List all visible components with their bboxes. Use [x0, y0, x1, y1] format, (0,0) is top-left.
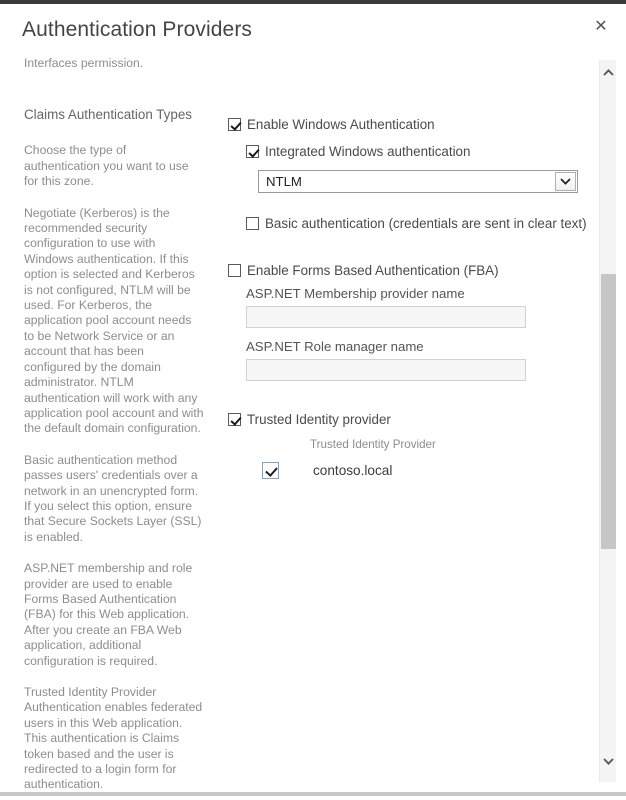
section-heading: Claims Authentication Types — [24, 107, 192, 123]
trusted-identity-provider-label: Trusted Identity provider — [247, 412, 391, 427]
trusted-identity-provider-checkbox[interactable] — [228, 413, 241, 426]
help-paragraph-1: Choose the type of authentication you wa… — [24, 143, 189, 189]
trusted-provider-item-label: contoso.local — [313, 463, 393, 478]
integrated-windows-authentication-checkbox[interactable] — [246, 145, 259, 158]
role-manager-label: ASP.NET Role manager name — [246, 339, 424, 354]
membership-provider-label: ASP.NET Membership provider name — [246, 286, 465, 301]
chevron-down-icon[interactable] — [600, 753, 617, 770]
help-paragraph-5: Trusted Identity Provider Authentication… — [24, 685, 203, 792]
chevron-down-icon[interactable] — [555, 172, 576, 191]
integrated-windows-authentication-row[interactable]: Integrated Windows authentication — [246, 143, 578, 160]
integrated-windows-authentication-label: Integrated Windows authentication — [265, 144, 471, 159]
help-paragraph-4: ASP.NET membership and role provider are… — [24, 561, 193, 668]
trusted-identity-provider-row[interactable]: Trusted Identity provider — [228, 411, 578, 428]
enable-windows-authentication-checkbox[interactable] — [228, 118, 241, 131]
help-paragraph-2: Negotiate (Kerberos) is the recommended … — [24, 205, 204, 436]
membership-provider-group: ASP.NET Membership provider name — [246, 285, 578, 328]
trusted-provider-item-checkbox[interactable] — [262, 462, 279, 479]
auth-mode-select[interactable]: NTLM — [258, 170, 578, 193]
auth-mode-select-wrapper: NTLM — [258, 170, 578, 193]
close-icon[interactable]: ✕ — [588, 14, 614, 40]
enable-fba-label: Enable Forms Based Authentication (FBA) — [247, 263, 499, 278]
page-title: Authentication Providers — [22, 18, 253, 41]
enable-fba-row[interactable]: Enable Forms Based Authentication (FBA) — [228, 262, 578, 279]
enable-windows-authentication-label: Enable Windows Authentication — [247, 117, 435, 132]
help-paragraph-3: Basic authentication method passes users… — [24, 452, 202, 544]
authentication-providers-dialog: Authentication Providers ✕ Interfaces pe… — [0, 4, 626, 796]
basic-authentication-row[interactable]: Basic authentication (credentials are se… — [246, 215, 587, 232]
basic-authentication-checkbox[interactable] — [246, 217, 259, 230]
intro-text: Interfaces permission. — [24, 56, 144, 70]
form-panel: Enable Windows Authentication Integrated… — [228, 116, 587, 479]
enable-fba-checkbox[interactable] — [228, 264, 241, 277]
description-panel: Interfaces permission. Claims Authentica… — [24, 56, 204, 792]
membership-provider-input[interactable] — [246, 306, 526, 328]
auth-mode-select-value: NTLM — [266, 174, 302, 189]
enable-windows-authentication-row[interactable]: Enable Windows Authentication — [228, 116, 578, 133]
basic-authentication-label: Basic authentication (credentials are se… — [265, 216, 587, 231]
chevron-up-icon[interactable] — [600, 64, 617, 81]
trusted-identity-provider-column-header: Trusted Identity Provider — [310, 438, 436, 451]
scrollbar-thumb[interactable] — [601, 274, 616, 549]
list-item[interactable]: contoso.local — [228, 462, 578, 479]
vertical-scrollbar[interactable] — [599, 60, 616, 782]
role-manager-input[interactable] — [246, 359, 526, 381]
role-manager-group: ASP.NET Role manager name — [246, 338, 578, 381]
